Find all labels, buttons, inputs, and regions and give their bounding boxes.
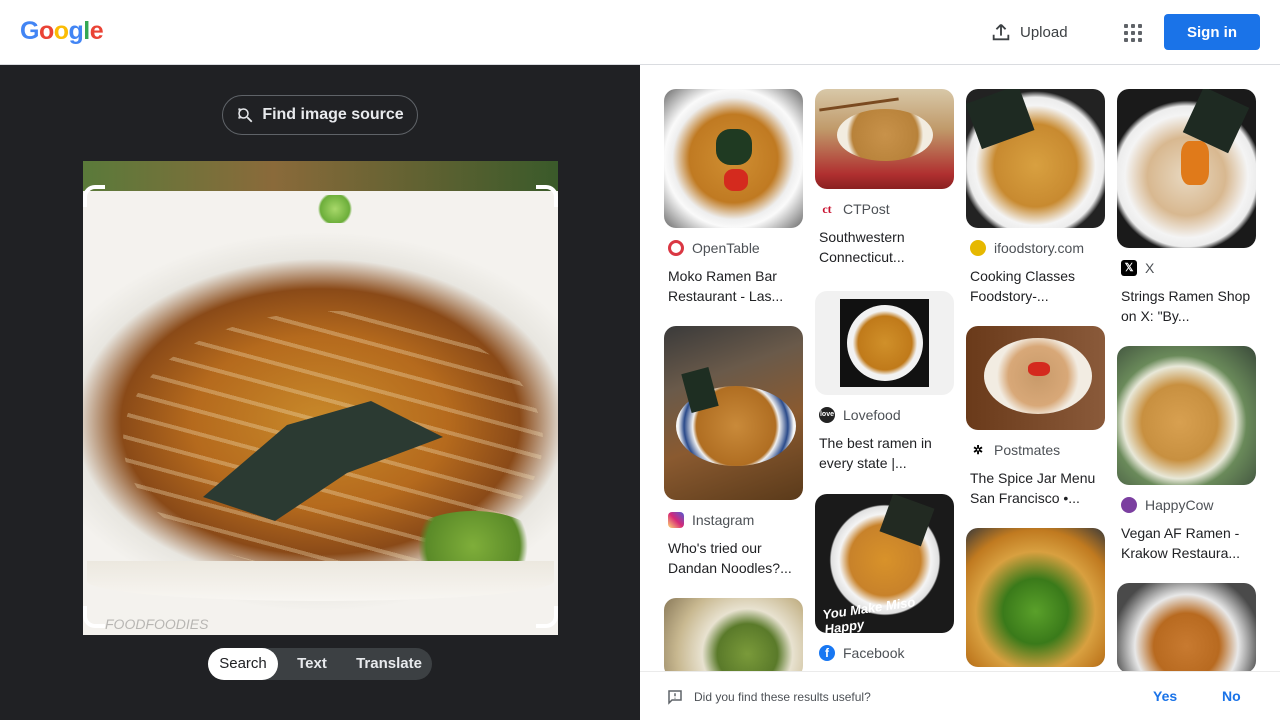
result-source-name: OpenTable — [692, 240, 760, 256]
mode-search-tab[interactable]: Search — [208, 648, 278, 680]
result-source[interactable]: HappyCow — [1121, 497, 1256, 513]
upload-icon — [992, 24, 1010, 41]
crop-handle-top-right[interactable] — [536, 185, 558, 207]
result-card[interactable] — [966, 528, 1105, 667]
feedback-bar: Did you find these results useful? Yes N… — [640, 671, 1280, 720]
result-card[interactable]: OpenTable Moko Ramen Bar Restaurant - La… — [664, 89, 803, 306]
feedback-question: Did you find these results useful? — [666, 688, 871, 706]
lens-image-panel: Find image source FOODFOODIES Search Tex… — [0, 65, 640, 720]
result-thumbnail[interactable] — [664, 326, 803, 500]
result-thumbnail[interactable] — [1117, 583, 1256, 671]
result-source[interactable]: ✲ Postmates — [970, 442, 1105, 458]
result-thumbnail[interactable] — [966, 528, 1105, 667]
result-source[interactable]: 𝕏 X — [1121, 260, 1256, 276]
result-thumbnail[interactable] — [966, 89, 1105, 228]
result-card[interactable]: love Lovefood The best ramen in every st… — [815, 291, 954, 473]
x-icon: 𝕏 — [1121, 260, 1137, 276]
result-source-name: Instagram — [692, 512, 755, 528]
logo-letter: o — [53, 17, 69, 45]
result-thumbnail[interactable]: You Make Miso Happy — [815, 494, 954, 633]
result-card[interactable]: ✲ Postmates The Spice Jar Menu San Franc… — [966, 326, 1105, 508]
result-title[interactable]: The Spice Jar Menu San Francisco •... — [970, 468, 1102, 508]
result-title[interactable]: The best ramen in every state |... — [819, 433, 951, 473]
result-card[interactable] — [1117, 583, 1256, 671]
lens-mode-switcher: Search Text Translate — [208, 648, 432, 680]
result-source[interactable]: Instagram — [668, 512, 803, 528]
find-image-source-button[interactable]: Find image source — [222, 95, 418, 135]
result-source[interactable]: love Lovefood — [819, 407, 954, 423]
logo-letter: o — [38, 17, 54, 45]
query-image[interactable]: FOODFOODIES — [83, 161, 558, 635]
apps-grid-icon[interactable] — [1118, 18, 1146, 46]
result-source[interactable]: ct CTPost — [819, 201, 954, 217]
result-thumbnail[interactable] — [1117, 89, 1256, 248]
feedback-icon — [668, 690, 682, 705]
sign-in-button[interactable]: Sign in — [1164, 14, 1260, 50]
feedback-question-text: Did you find these results useful? — [694, 690, 871, 704]
result-source-name: CTPost — [843, 201, 890, 217]
image-watermark: FOODFOODIES — [105, 616, 209, 632]
mode-text-tab[interactable]: Text — [278, 648, 346, 680]
result-thumbnail[interactable] — [815, 291, 954, 395]
result-thumbnail[interactable] — [1117, 346, 1256, 485]
ctpost-icon: ct — [819, 201, 835, 217]
result-card[interactable]: ifoodstory.com Cooking Classes Foodstory… — [966, 89, 1105, 306]
top-bar: Google Upload Sign in — [0, 0, 1280, 65]
crop-handle-top-left[interactable] — [83, 185, 105, 207]
happycow-icon — [1121, 497, 1137, 513]
result-thumbnail[interactable] — [664, 598, 803, 671]
logo-letter: G — [20, 17, 39, 45]
visual-matches-grid: OpenTable Moko Ramen Bar Restaurant - La… — [640, 65, 1280, 671]
logo-letter: e — [89, 17, 104, 45]
upload-label: Upload — [1020, 23, 1068, 41]
feedback-no-button[interactable]: No — [1222, 688, 1241, 704]
opentable-icon — [668, 240, 684, 256]
crop-handle-bottom-left[interactable] — [83, 606, 105, 628]
result-title[interactable]: Vegan AF Ramen - Krakow Restaura... — [1121, 523, 1253, 563]
result-title[interactable]: Cooking Classes Foodstory-... — [970, 266, 1102, 306]
result-source-name: Postmates — [994, 442, 1061, 458]
result-thumbnail[interactable] — [966, 326, 1105, 430]
result-source-name: HappyCow — [1145, 497, 1214, 513]
result-source-name: ifoodstory.com — [994, 240, 1084, 256]
postmates-icon: ✲ — [970, 442, 986, 458]
facebook-icon: f — [819, 645, 835, 661]
result-source[interactable]: f Facebook — [819, 645, 954, 661]
result-source-name: Facebook — [843, 645, 905, 661]
result-card[interactable] — [664, 598, 803, 671]
result-title[interactable]: Moko Ramen Bar Restaurant - Las... — [668, 266, 800, 306]
result-card[interactable]: HappyCow Vegan AF Ramen - Krakow Restaur… — [1117, 346, 1256, 563]
result-title[interactable]: Who's tried our Dandan Noodles?... — [668, 538, 800, 578]
result-title[interactable]: Strings Ramen Shop on X: "By... — [1121, 286, 1253, 326]
instagram-icon — [668, 512, 684, 528]
google-logo[interactable]: Google — [20, 17, 104, 46]
result-source[interactable]: OpenTable — [668, 240, 803, 256]
lovefood-icon: love — [819, 407, 835, 423]
result-thumbnail[interactable] — [815, 89, 954, 189]
upload-button[interactable]: Upload — [990, 18, 1068, 46]
logo-letter: g — [68, 17, 84, 45]
find-image-source-label: Find image source — [262, 106, 404, 123]
feedback-yes-button[interactable]: Yes — [1153, 688, 1177, 704]
result-source-name: X — [1145, 260, 1155, 276]
result-title[interactable]: Southwestern Connecticut... — [819, 227, 951, 267]
result-thumbnail[interactable] — [664, 89, 803, 228]
lens-search-icon — [238, 108, 253, 123]
result-card[interactable]: 𝕏 X Strings Ramen Shop on X: "By... — [1117, 89, 1256, 326]
result-card[interactable]: You Make Miso Happy f Facebook — [815, 494, 954, 661]
mode-translate-tab[interactable]: Translate — [346, 648, 432, 680]
ifoodstory-icon — [970, 240, 986, 256]
result-card[interactable]: Instagram Who's tried our Dandan Noodles… — [664, 326, 803, 578]
result-source[interactable]: ifoodstory.com — [970, 240, 1105, 256]
result-card[interactable]: ct CTPost Southwestern Connecticut... — [815, 89, 954, 267]
result-source-name: Lovefood — [843, 407, 901, 423]
